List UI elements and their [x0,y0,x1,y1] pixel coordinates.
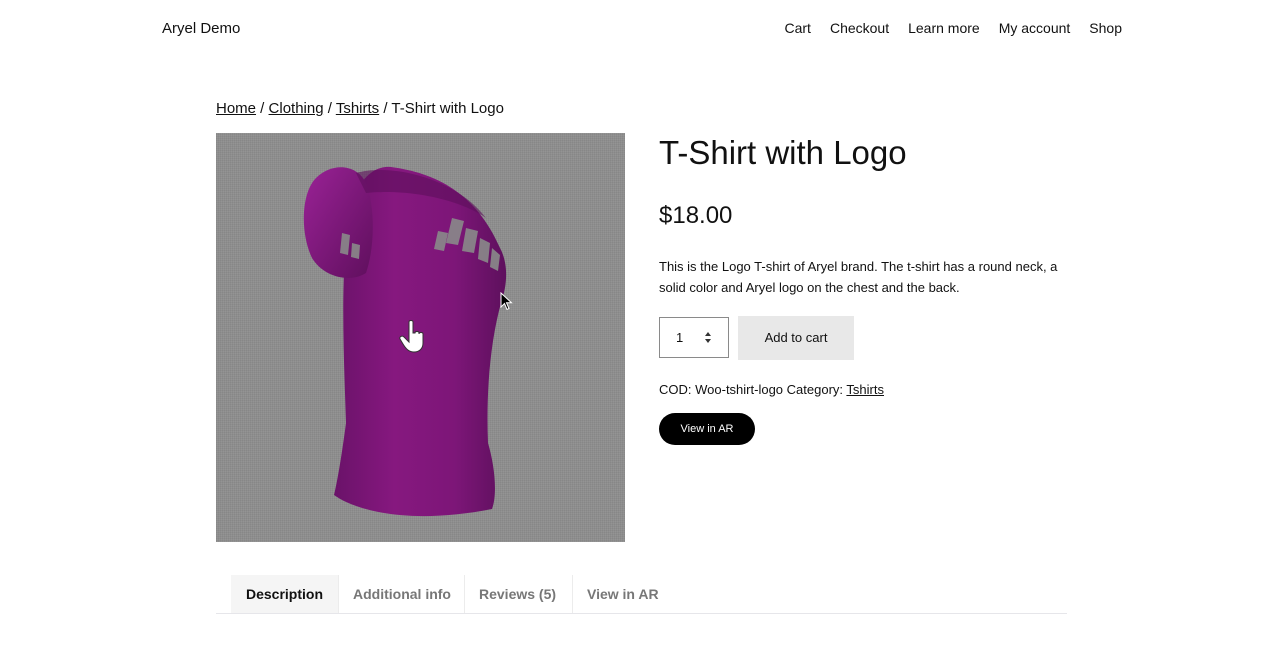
tab-view-in-ar[interactable]: View in AR [572,575,674,613]
nav-item-learn-more[interactable]: Learn more [908,20,980,36]
breadcrumb-current: T-Shirt with Logo [391,100,504,117]
rotate-hand-icon [399,320,424,353]
breadcrumb-separator: / [323,100,336,117]
nav-item-my-account[interactable]: My account [999,20,1071,36]
mouse-pointer-icon [500,292,513,311]
add-to-cart-button[interactable]: Add to cart [738,316,854,360]
meta-category-label: Category: [786,382,844,397]
tab-additional-info[interactable]: Additional info [338,575,466,613]
view-in-ar-button[interactable]: View in AR [659,413,755,445]
breadcrumb-tshirts-link[interactable]: Tshirts [336,100,379,117]
product-title: T-Shirt with Logo [659,134,907,171]
breadcrumb: Home / Clothing / Tshirts / T-Shirt with… [216,100,504,117]
breadcrumb-separator: / [379,100,392,117]
nav-item-shop[interactable]: Shop [1089,20,1122,36]
main-nav: Cart Checkout Learn more My account Shop [785,20,1123,36]
quantity-spinner-icon[interactable] [704,331,712,345]
product-tabs: Description Additional info Reviews (5) … [216,575,1067,614]
quantity-stepper[interactable]: 1 [659,317,729,358]
quantity-value: 1 [676,330,684,345]
product-description: This is the Logo T-shirt of Aryel brand.… [659,259,1058,295]
meta-cod-label: COD: [659,382,692,397]
tab-description[interactable]: Description [231,575,339,613]
breadcrumb-separator: / [256,100,269,117]
chevron-up-icon[interactable] [705,332,711,336]
nav-item-checkout[interactable]: Checkout [830,20,889,36]
product-meta: COD: Woo-tshirt-logo Category: Tshirts [659,382,884,397]
chevron-down-icon[interactable] [705,339,711,343]
meta-cod-value: Woo-tshirt-logo [695,382,784,397]
product-price: $18.00 [659,202,733,229]
meta-category-link[interactable]: Tshirts [846,382,884,397]
site-title-link[interactable]: Aryel Demo [162,20,240,37]
nav-item-cart[interactable]: Cart [785,20,811,36]
tab-reviews[interactable]: Reviews (5) [464,575,571,613]
product-3d-viewer[interactable] [216,133,625,542]
breadcrumb-home-link[interactable]: Home [216,100,256,117]
site-header: Aryel Demo Cart Checkout Learn more My a… [0,0,1280,60]
breadcrumb-clothing-link[interactable]: Clothing [269,100,324,117]
